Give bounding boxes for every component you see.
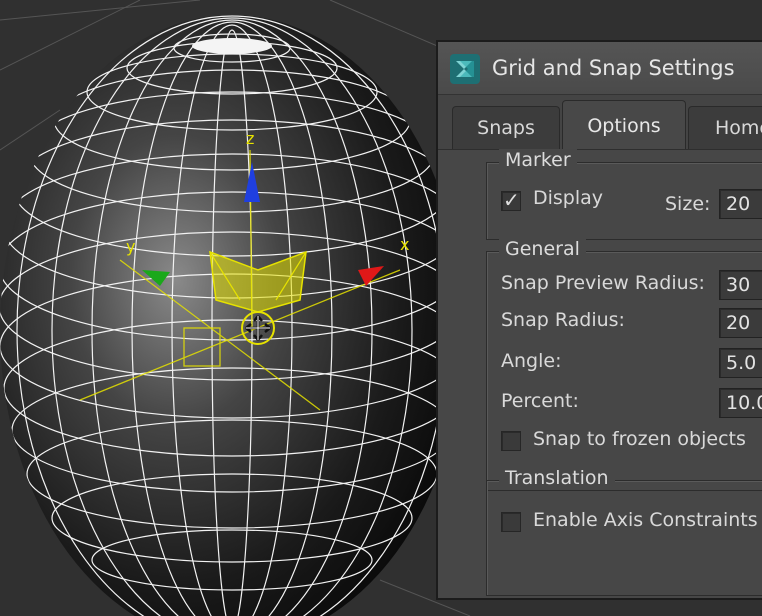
marker-size-input[interactable]: 20: [719, 189, 762, 219]
tab-snaps[interactable]: Snaps: [452, 106, 560, 150]
sphere-pole-highlight: [192, 38, 272, 54]
marker-group-label: Marker: [499, 149, 577, 171]
tab-options[interactable]: Options: [562, 100, 686, 150]
percent-input[interactable]: 10.0: [719, 388, 762, 418]
axis-constraints-label: Enable Axis Constraints: [533, 509, 758, 531]
y-axis-label: y: [126, 237, 135, 256]
general-group: General Snap Preview Radius: 30 Snap Rad…: [486, 238, 762, 491]
snap-frozen-checkbox[interactable]: [501, 431, 521, 451]
size-label: Size:: [665, 193, 711, 215]
percent-label: Percent:: [501, 390, 579, 412]
marker-group: Marker ✓ Display Size: 20: [486, 149, 762, 240]
tab-bar: Snaps Options Home: [438, 100, 762, 150]
display-label: Display: [533, 187, 604, 209]
snap-radius-label: Snap Radius:: [501, 309, 625, 331]
angle-input[interactable]: 5.0: [719, 348, 762, 378]
sphere: [0, 15, 464, 616]
grid-snap-settings-dialog: Grid and Snap Settings Snaps Options Hom…: [436, 40, 762, 600]
z-axis-label: z: [246, 129, 254, 148]
angle-label: Angle:: [501, 350, 562, 372]
dialog-title: Grid and Snap Settings: [492, 56, 735, 80]
snap-preview-radius-label: Snap Preview Radius:: [501, 272, 705, 294]
general-group-label: General: [499, 238, 586, 260]
translation-group: Translation Enable Axis Constraints: [486, 467, 762, 596]
snap-radius-input[interactable]: 20: [719, 308, 762, 338]
3dsmax-app-icon: [450, 54, 480, 84]
snap-preview-radius-input[interactable]: 30: [719, 270, 762, 300]
x-axis-label: x: [400, 235, 409, 254]
dialog-titlebar[interactable]: Grid and Snap Settings: [438, 42, 762, 95]
tab-home-grid[interactable]: Home: [688, 106, 762, 150]
translation-group-label: Translation: [499, 467, 615, 489]
display-checkbox[interactable]: ✓: [501, 188, 521, 212]
axis-constraints-checkbox[interactable]: [501, 512, 521, 532]
snap-frozen-label: Snap to frozen objects: [533, 428, 746, 450]
checkmark-icon: ✓: [503, 188, 520, 212]
